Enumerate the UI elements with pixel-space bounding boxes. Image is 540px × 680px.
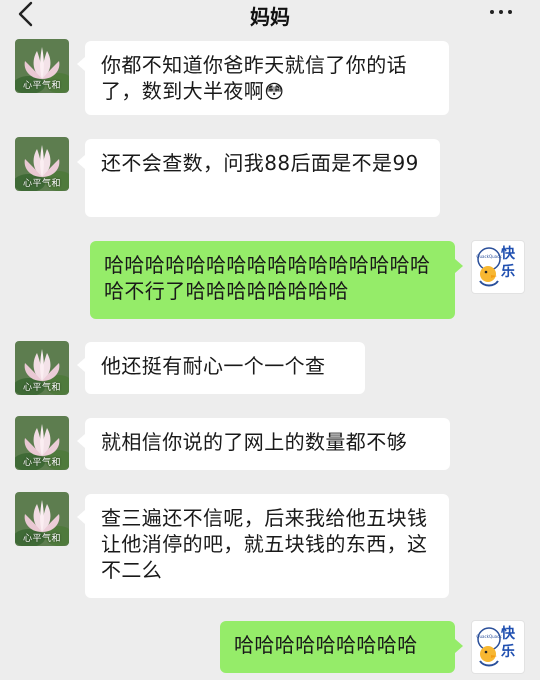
avatar-caption: 快乐: [501, 246, 515, 280]
avatar-caption: 快乐: [501, 626, 515, 660]
avatar[interactable]: QuackQuack 快乐: [471, 240, 525, 294]
message-text: 哈哈哈哈哈哈哈哈哈哈哈哈哈哈哈哈哈不行了哈哈哈哈哈哈哈哈: [104, 253, 431, 303]
avatar[interactable]: 心平气和: [15, 39, 69, 93]
avatar-caption: 心平气和: [22, 458, 61, 468]
outgoing-message-bubble[interactable]: 哈哈哈哈哈哈哈哈哈: [220, 621, 463, 673]
chat-title: 妈妈: [250, 5, 290, 29]
top-bar: 妈妈: [0, 0, 540, 30]
ellipsis-icon[interactable]: [488, 4, 514, 20]
avatar-caption: 心平气和: [22, 534, 61, 544]
message-text: 就相信你说的了网上的数量都不够: [101, 430, 407, 454]
message-text: 你都不知道你爸昨天就信了你的话了，数到大半夜啊: [101, 53, 407, 103]
svg-text:QuackQuack: QuackQuack: [476, 634, 502, 639]
message-text: 还不会查数，问我88后面是不是99: [101, 151, 419, 175]
message-text: 查三遍还不信呢，后来我给他五块钱让他消停的吧，就五块钱的东西，这不二么: [101, 506, 428, 582]
incoming-message-bubble[interactable]: 你都不知道你爸昨天就信了你的话了，数到大半夜啊😳: [77, 41, 449, 115]
incoming-message-bubble[interactable]: 还不会查数，问我88后面是不是99: [77, 139, 440, 217]
avatar-caption: 心平气和: [22, 179, 61, 189]
incoming-message-bubble[interactable]: 就相信你说的了网上的数量都不够: [77, 418, 450, 470]
message-text: 他还挺有耐心一个一个查: [101, 354, 326, 378]
avatar[interactable]: 心平气和: [15, 492, 69, 546]
message-text: 哈哈哈哈哈哈哈哈哈: [234, 633, 418, 657]
avatar-caption: 心平气和: [22, 383, 61, 393]
svg-text:QuackQuack: QuackQuack: [476, 254, 502, 259]
avatar[interactable]: 心平气和: [15, 137, 69, 191]
flushed-face-icon: 😳: [264, 81, 285, 103]
incoming-message-bubble[interactable]: 他还挺有耐心一个一个查: [77, 342, 365, 394]
avatar[interactable]: QuackQuack 快乐: [471, 620, 525, 674]
outgoing-message-bubble[interactable]: 哈哈哈哈哈哈哈哈哈哈哈哈哈哈哈哈哈不行了哈哈哈哈哈哈哈哈: [90, 241, 463, 319]
avatar[interactable]: 心平气和: [15, 416, 69, 470]
avatar-caption: 心平气和: [22, 81, 61, 91]
incoming-message-bubble[interactable]: 查三遍还不信呢，后来我给他五块钱让他消停的吧，就五块钱的东西，这不二么: [77, 494, 449, 598]
avatar[interactable]: 心平气和: [15, 341, 69, 395]
